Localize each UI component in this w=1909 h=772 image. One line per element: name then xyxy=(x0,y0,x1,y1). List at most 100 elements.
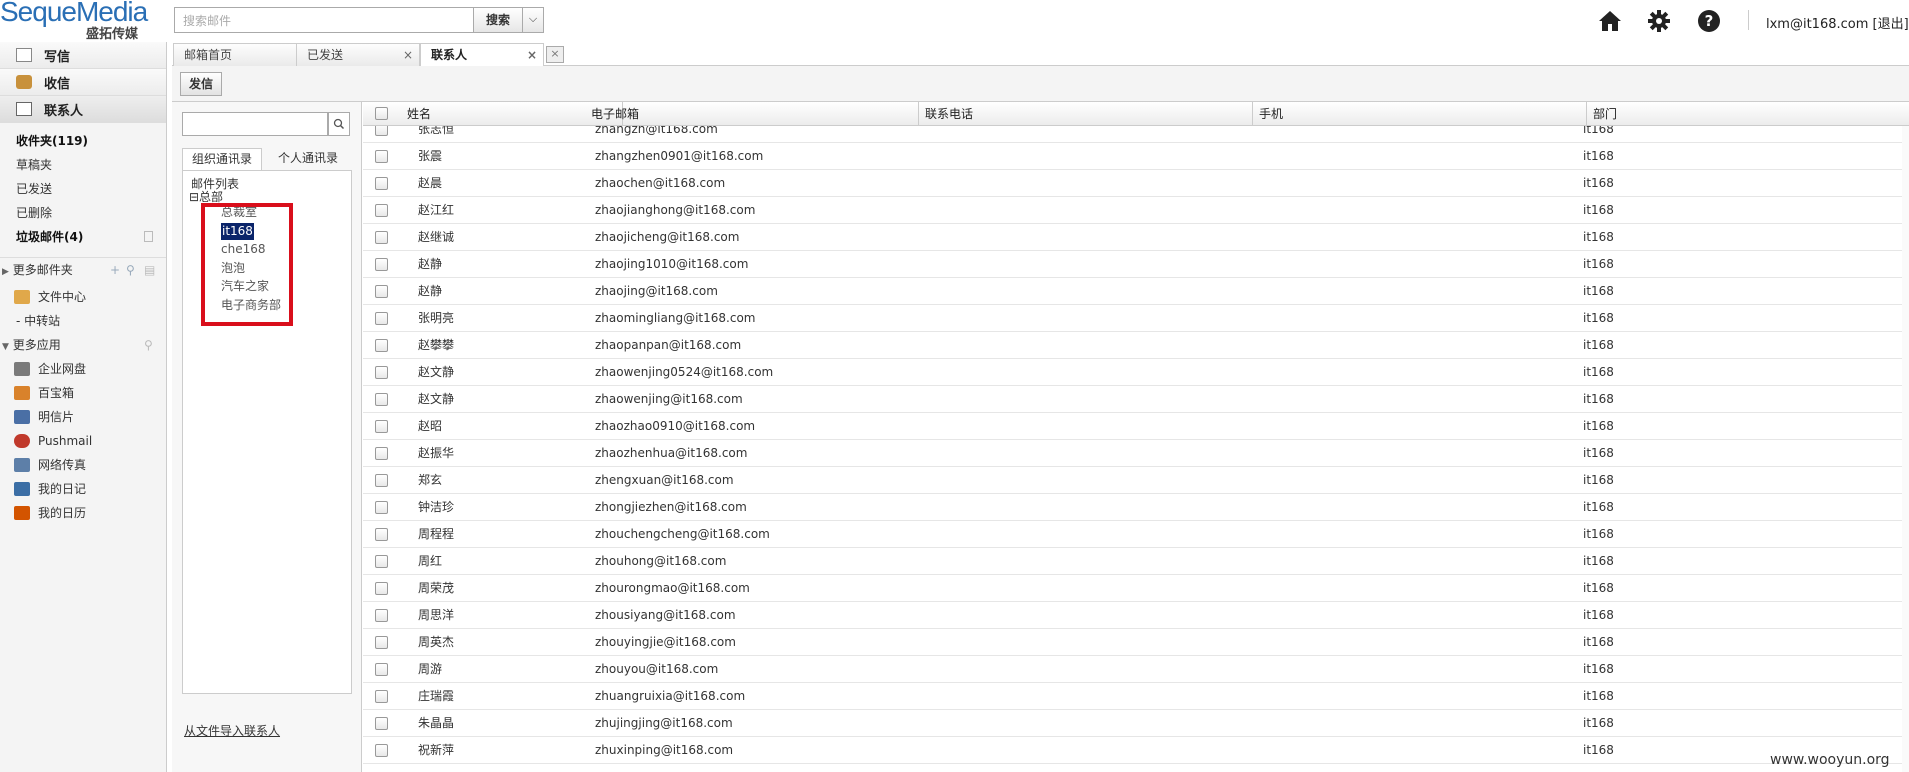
close-icon[interactable]: × xyxy=(527,44,537,66)
table-row[interactable]: 周红 zhouhong@it168.com it168 xyxy=(363,548,1903,575)
table-row[interactable]: 庄瑞霞 zhuangruixia@it168.com it168 xyxy=(363,683,1903,710)
help-icon[interactable]: ? xyxy=(1697,9,1721,33)
folder-deleted[interactable]: 已删除 xyxy=(0,201,166,225)
table-row[interactable]: 郑玄 zhengxuan@it168.com it168 xyxy=(363,467,1903,494)
column-header-department[interactable]: 部门 xyxy=(1587,102,1907,126)
table-row[interactable]: 赵江红 zhaojianghong@it168.com it168 xyxy=(363,197,1903,224)
table-row[interactable]: 周荣茂 zhourongmao@it168.com it168 xyxy=(363,575,1903,602)
search-button[interactable]: 搜索 xyxy=(473,7,523,33)
logo[interactable]: SequeMedia 盛拓传媒 xyxy=(0,0,170,42)
table-row[interactable]: 张震 zhangzhen0901@it168.com it168 xyxy=(363,143,1903,170)
logout-link[interactable]: [退出] xyxy=(1873,17,1909,32)
folder-drafts[interactable]: 草稿夹 xyxy=(0,153,166,177)
app-item[interactable]: 网络传真 xyxy=(0,453,166,477)
tab-contacts[interactable]: 联系人 × xyxy=(420,43,544,67)
close-icon[interactable]: × xyxy=(403,44,413,66)
trash-icon[interactable] xyxy=(144,231,153,242)
more-folders-toggle[interactable]: ▶ 更多邮件夹 + ⚲ ▤ xyxy=(0,257,166,281)
close-all-tabs-icon[interactable]: × xyxy=(546,46,564,63)
nav-contacts[interactable]: 联系人 xyxy=(0,96,166,123)
edit-folder-icon[interactable]: ⚲ xyxy=(126,258,135,282)
table-row[interactable]: 张志恒 zhangzh@it168.com it168 xyxy=(363,126,1903,143)
row-checkbox[interactable] xyxy=(375,555,388,568)
import-contacts-link[interactable]: 从文件导入联系人 xyxy=(184,722,280,739)
table-row[interactable]: 赵静 zhaojing1010@it168.com it168 xyxy=(363,251,1903,278)
more-apps-toggle[interactable]: ▼ 更多应用 ⚲ xyxy=(0,333,166,357)
table-row[interactable]: 钟洁珍 zhongjiezhen@it168.com it168 xyxy=(363,494,1903,521)
row-checkbox[interactable] xyxy=(375,126,388,136)
table-row[interactable]: 赵昭 zhaozhao0910@it168.com it168 xyxy=(363,413,1903,440)
row-checkbox[interactable] xyxy=(375,312,388,325)
column-header-email[interactable]: 电子邮箱 xyxy=(585,102,919,126)
row-checkbox[interactable] xyxy=(375,447,388,460)
add-folder-icon[interactable]: + xyxy=(110,258,120,282)
app-item[interactable]: 我的日记 xyxy=(0,477,166,501)
cell-name: 周思洋 xyxy=(418,608,455,622)
row-checkbox[interactable] xyxy=(375,204,388,217)
table-row[interactable]: 赵攀攀 zhaopanpan@it168.com it168 xyxy=(363,332,1903,359)
table-row[interactable]: 赵继诚 zhaojicheng@it168.com it168 xyxy=(363,224,1903,251)
row-checkbox[interactable] xyxy=(375,663,388,676)
mail-search-input[interactable]: 搜索邮件 xyxy=(174,7,474,33)
row-checkbox[interactable] xyxy=(375,744,388,757)
transfer-station-link[interactable]: - 中转站 xyxy=(0,309,166,333)
vertical-scrollbar[interactable] xyxy=(1902,126,1909,772)
app-item[interactable]: Pushmail xyxy=(0,429,166,453)
table-row[interactable]: 赵晨 zhaochen@it168.com it168 xyxy=(363,170,1903,197)
folder-inbox[interactable]: 收件夹(119) xyxy=(0,129,166,153)
row-checkbox[interactable] xyxy=(375,177,388,190)
row-checkbox[interactable] xyxy=(375,285,388,298)
tab-org-address-book[interactable]: 组织通讯录 xyxy=(182,148,262,170)
table-row[interactable]: 朱晶晶 zhujingjing@it168.com it168 xyxy=(363,710,1903,737)
row-checkbox[interactable] xyxy=(375,582,388,595)
file-center-link[interactable]: 文件中心 xyxy=(0,285,166,309)
home-icon[interactable] xyxy=(1598,9,1622,33)
table-row[interactable]: 赵文静 zhaowenjing0524@it168.com it168 xyxy=(363,359,1903,386)
row-checkbox[interactable] xyxy=(375,528,388,541)
column-header-mobile[interactable]: 手机 xyxy=(1253,102,1587,126)
settings-gear-icon[interactable] xyxy=(1647,9,1671,33)
table-row[interactable]: 张明亮 zhaomingliang@it168.com it168 xyxy=(363,305,1903,332)
app-item[interactable]: 明信片 xyxy=(0,405,166,429)
row-checkbox[interactable] xyxy=(375,258,388,271)
cell-name: 周程程 xyxy=(418,527,455,541)
search-button[interactable] xyxy=(328,112,350,136)
table-row[interactable]: 周游 zhouyou@it168.com it168 xyxy=(363,656,1903,683)
table-row[interactable]: 周英杰 zhouyingjie@it168.com it168 xyxy=(363,629,1903,656)
table-row[interactable]: 周思洋 zhousiyang@it168.com it168 xyxy=(363,602,1903,629)
row-checkbox[interactable] xyxy=(375,393,388,406)
contact-search-input[interactable] xyxy=(182,112,328,136)
folder-spam[interactable]: 垃圾邮件(4) xyxy=(0,225,166,249)
pin-icon[interactable]: ⚲ xyxy=(144,333,153,357)
table-row[interactable]: 祝新萍 zhuxinping@it168.com it168 xyxy=(363,737,1903,764)
app-item[interactable]: 我的日历 xyxy=(0,501,166,525)
row-checkbox[interactable] xyxy=(375,609,388,622)
table-row[interactable]: 赵文静 zhaowenjing@it168.com it168 xyxy=(363,386,1903,413)
app-item[interactable]: 百宝箱 xyxy=(0,381,166,405)
manage-folder-icon[interactable]: ▤ xyxy=(144,258,155,282)
row-checkbox[interactable] xyxy=(375,420,388,433)
row-checkbox[interactable] xyxy=(375,231,388,244)
row-checkbox[interactable] xyxy=(375,150,388,163)
row-checkbox[interactable] xyxy=(375,339,388,352)
tab-personal-address-book[interactable]: 个人通讯录 xyxy=(268,148,348,170)
row-checkbox[interactable] xyxy=(375,501,388,514)
nav-compose[interactable]: 写信 xyxy=(0,42,166,69)
table-row[interactable]: 赵静 zhaojing@it168.com it168 xyxy=(363,278,1903,305)
app-item[interactable]: 企业网盘 xyxy=(0,357,166,381)
nav-inbox[interactable]: 收信 xyxy=(0,69,166,96)
tab-mailbox-home[interactable]: 邮箱首页 xyxy=(173,43,297,66)
folder-sent[interactable]: 已发送 xyxy=(0,177,166,201)
column-header-phone[interactable]: 联系电话 xyxy=(919,102,1253,126)
row-checkbox[interactable] xyxy=(375,474,388,487)
table-row[interactable]: 赵振华 zhaozhenhua@it168.com it168 xyxy=(363,440,1903,467)
row-checkbox[interactable] xyxy=(375,690,388,703)
send-mail-button[interactable]: 发信 xyxy=(180,72,222,96)
select-all-checkbox[interactable] xyxy=(375,107,388,120)
table-row[interactable]: 周程程 zhouchengcheng@it168.com it168 xyxy=(363,521,1903,548)
row-checkbox[interactable] xyxy=(375,717,388,730)
row-checkbox[interactable] xyxy=(375,366,388,379)
row-checkbox[interactable] xyxy=(375,636,388,649)
tab-sent[interactable]: 已发送 × xyxy=(296,43,420,66)
search-options-dropdown[interactable]: ⌵ xyxy=(522,7,544,33)
